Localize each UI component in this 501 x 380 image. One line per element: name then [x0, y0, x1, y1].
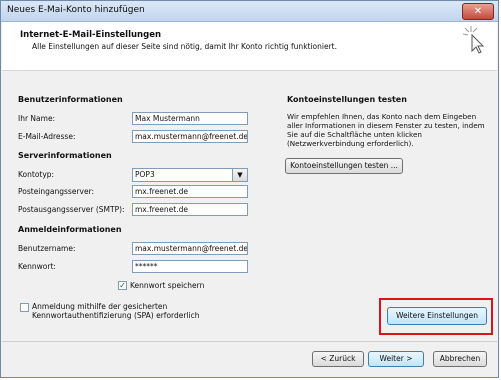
footer-divider	[2, 341, 497, 342]
highlight-box	[379, 298, 493, 335]
page-subtitle: Alle Einstellungen auf dieser Seite sind…	[32, 42, 338, 51]
dialog-window: Neues E-Mai-Konto hinzufügen ✕ Internet-…	[0, 0, 499, 378]
page-title: Internet-E-Mail-Einstellungen	[20, 30, 162, 40]
remember-password-checkbox[interactable]: ✓	[118, 281, 127, 290]
test-description: Wir empfehlen Ihnen, das Konto nach dem …	[287, 112, 485, 148]
window-title: Neues E-Mai-Konto hinzufügen	[7, 5, 145, 15]
name-input[interactable]: Max Mustermann	[132, 112, 248, 125]
test-account-button[interactable]: Kontoeinstellungen testen ...	[285, 158, 403, 174]
title-bar: Neues E-Mai-Konto hinzufügen ✕	[1, 1, 498, 22]
email-input[interactable]: max.mustermann@freenet.de	[132, 130, 248, 143]
login-section-heading: Anmeldeinformationen	[18, 225, 122, 234]
cancel-button[interactable]: Abbrechen	[433, 351, 487, 367]
user-section-heading: Benutzerinformationen	[18, 95, 123, 104]
password-input[interactable]: ******	[132, 260, 248, 273]
username-input[interactable]: max.mustermann@freenet.de	[132, 242, 248, 255]
account-type-value: POP3	[135, 170, 155, 179]
server-section-heading: Serverinformationen	[18, 151, 112, 160]
spa-checkbox[interactable]	[20, 303, 29, 312]
test-section-heading: Kontoeinstellungen testen	[287, 95, 407, 104]
incoming-server-label: Posteingangsserver:	[18, 187, 95, 196]
chevron-down-icon[interactable]: ▼	[232, 169, 247, 181]
account-type-label: Kontotyp:	[18, 170, 55, 179]
back-button[interactable]: < Zurück	[312, 351, 364, 367]
name-label: Ihr Name:	[18, 114, 56, 123]
remember-password-label: Kennwort speichern	[130, 281, 205, 290]
outgoing-server-label: Postausgangsserver (SMTP):	[18, 205, 125, 214]
page-header: Internet-E-Mail-Einstellungen Alle Einst…	[2, 22, 497, 71]
next-button[interactable]: Weiter >	[368, 351, 424, 367]
username-label: Benutzername:	[18, 244, 76, 253]
spa-label: Anmeldung mithilfe der gesicherten Kennw…	[32, 302, 200, 320]
close-icon[interactable]: ✕	[462, 3, 494, 20]
account-type-select[interactable]: POP3 ▼	[132, 168, 248, 182]
password-label: Kennwort:	[18, 262, 56, 271]
cursor-sparkle-icon	[462, 26, 485, 54]
email-label: E-Mail-Adresse:	[18, 132, 76, 141]
outgoing-server-input[interactable]: mx.freenet.de	[132, 203, 248, 216]
incoming-server-input[interactable]: mx.freenet.de	[132, 185, 248, 198]
